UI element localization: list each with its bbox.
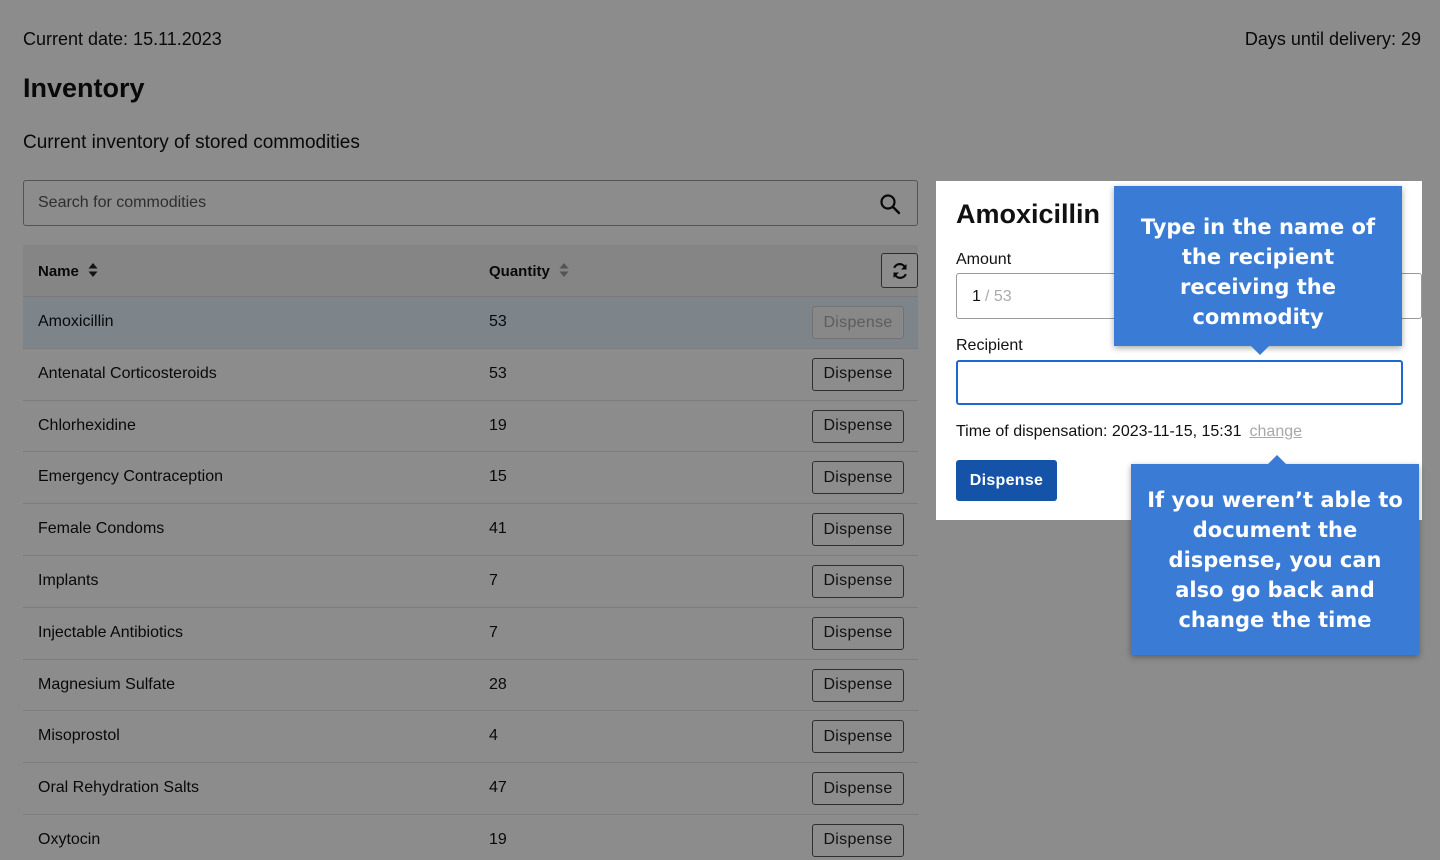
recipient-input[interactable]	[956, 360, 1403, 405]
recipient-label: Recipient	[956, 337, 1023, 354]
dispense-submit-button[interactable]: Dispense	[956, 460, 1057, 501]
amount-value: 1	[972, 288, 981, 305]
dispensation-time-label: Time of dispensation: 2023-11-15, 15:31	[956, 423, 1242, 440]
dispensation-time: Time of dispensation: 2023-11-15, 15:31 c…	[956, 423, 1302, 441]
amount-label: Amount	[956, 251, 1012, 268]
panel-title: Amoxicillin	[956, 199, 1101, 229]
inventory-page: Current date: 15.11.2023 Days until deli…	[0, 0, 1440, 860]
amount-max: / 53	[985, 288, 1012, 305]
change-time-tooltip: If you weren’t able to document the disp…	[1131, 455, 1419, 655]
recipient-tooltip: Type in the name of the recipient receiv…	[1114, 186, 1402, 355]
change-time-link[interactable]: change	[1250, 423, 1303, 440]
